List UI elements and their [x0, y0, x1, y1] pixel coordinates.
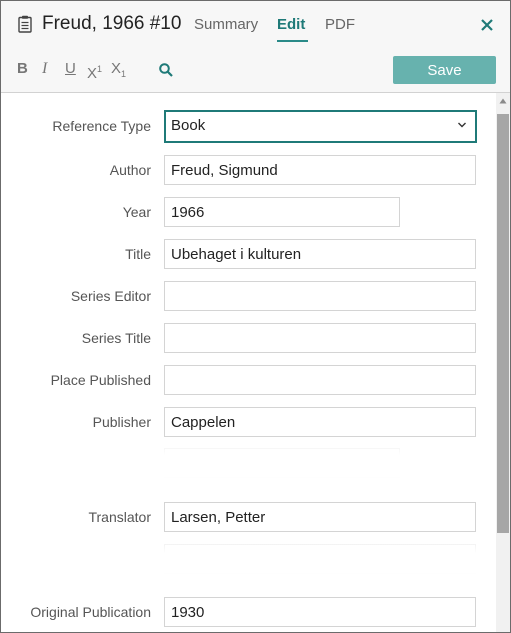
reference-type-select[interactable]: Book: [164, 110, 477, 143]
original-publication-field[interactable]: 1930: [164, 597, 476, 627]
bold-button[interactable]: B: [17, 61, 28, 77]
place-published-label: Place Published: [50, 372, 151, 388]
subscript-base: X: [111, 60, 122, 77]
underline-button[interactable]: U: [65, 61, 76, 77]
subscript-button[interactable]: X1: [111, 61, 126, 82]
reference-type-label: Reference Type: [52, 118, 151, 134]
tab-summary[interactable]: Summary: [194, 16, 258, 33]
translator-field[interactable]: Larsen, Petter: [164, 502, 476, 532]
title-label: Title: [125, 246, 151, 262]
series-title-label: Series Title: [81, 330, 151, 346]
translator-label: Translator: [88, 509, 151, 525]
save-button[interactable]: Save: [393, 56, 496, 84]
title-field[interactable]: Ubehaget i kulturen: [164, 239, 476, 269]
series-title-field[interactable]: [164, 323, 476, 353]
tab-edit[interactable]: Edit: [277, 16, 305, 33]
search-icon[interactable]: [158, 62, 174, 78]
superscript-mark: 1: [97, 64, 103, 74]
italic-button[interactable]: I: [42, 61, 47, 77]
original-publication-label: Original Publication: [30, 604, 151, 620]
superscript-base: X: [87, 65, 98, 82]
place-published-field[interactable]: [164, 365, 476, 395]
author-field[interactable]: Freud, Sigmund: [164, 155, 476, 185]
chevron-down-icon: [458, 122, 466, 128]
tab-pdf[interactable]: PDF: [325, 16, 355, 33]
fields-panel: Reference Type Book Author Freud, Sigmun…: [1, 93, 510, 632]
reference-editor-window: Freud, 1966 #10 Summary Edit PDF B I U X…: [0, 0, 511, 633]
superscript-button[interactable]: X1: [87, 61, 102, 82]
publisher-label: Publisher: [92, 414, 151, 430]
year-field[interactable]: 1966: [164, 197, 400, 227]
year-label: Year: [122, 204, 151, 220]
reference-title: Freud, 1966 #10: [42, 13, 182, 34]
scroll-up-arrow-icon[interactable]: [499, 98, 507, 104]
document-icon: [18, 15, 32, 33]
subscript-mark: 1: [121, 69, 127, 79]
reference-type-value: Book: [171, 117, 206, 134]
vertical-scrollbar[interactable]: [496, 93, 510, 632]
scroll-fade-band: [1, 439, 496, 493]
scroll-fade-band-2: [1, 539, 496, 587]
active-tab-indicator: [277, 40, 308, 42]
close-icon[interactable]: [477, 15, 497, 35]
series-editor-field[interactable]: [164, 281, 476, 311]
author-label: Author: [109, 162, 151, 178]
series-editor-label: Series Editor: [70, 288, 151, 304]
publisher-field[interactable]: Cappelen: [164, 407, 476, 437]
scrollbar-thumb[interactable]: [497, 114, 509, 533]
editor-header: Freud, 1966 #10 Summary Edit PDF B I U X…: [1, 1, 510, 93]
